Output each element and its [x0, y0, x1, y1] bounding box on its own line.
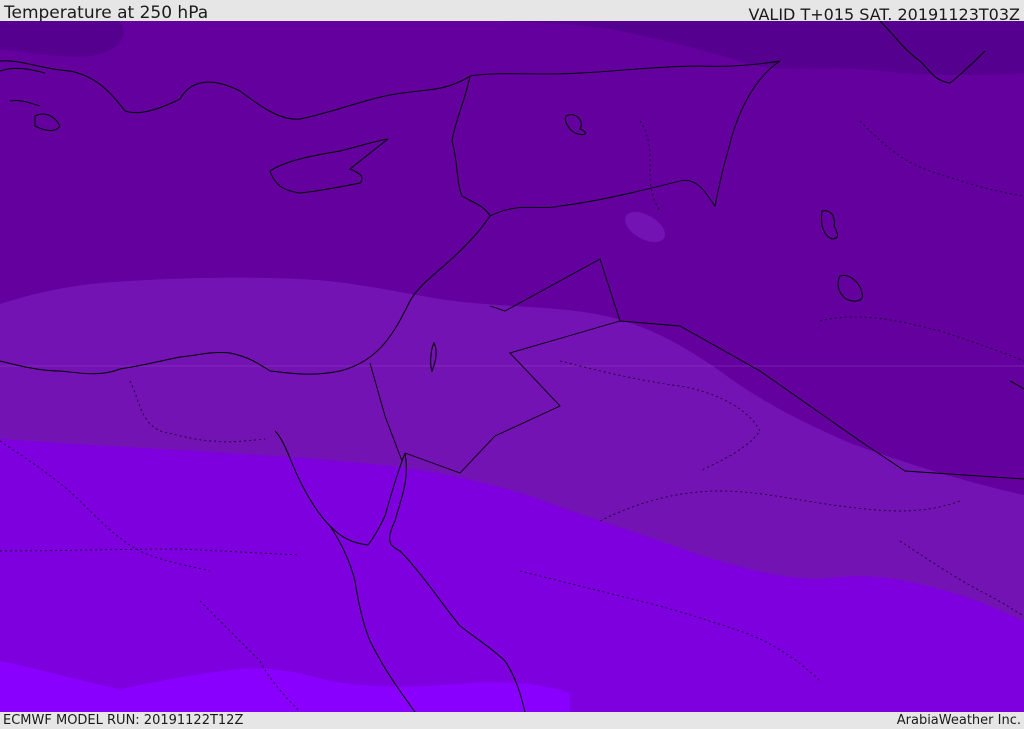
header-bar: Temperature at 250 hPa VALID T+015 SAT. …	[0, 0, 1024, 24]
map-area	[0, 21, 1024, 712]
model-run-label: ECMWF MODEL RUN: 20191122T12Z	[3, 713, 244, 728]
footer-bar: ECMWF MODEL RUN: 20191122T12Z ArabiaWeat…	[0, 712, 1024, 729]
temperature-map	[0, 21, 1024, 712]
credit-label: ArabiaWeather Inc.	[896, 713, 1021, 728]
map-frame: Temperature at 250 hPa VALID T+015 SAT. …	[0, 0, 1024, 729]
